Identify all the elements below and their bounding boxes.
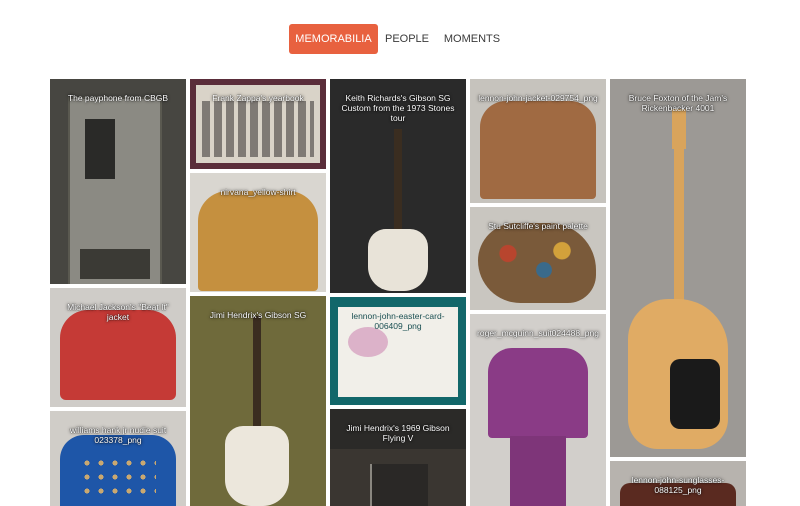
tile-michael-jackson-jacket[interactable]: Michael Jackson's "Beat It" jacket (50, 288, 186, 407)
tile-zappa-yearbook[interactable]: Frank Zappa's yearbook (190, 79, 326, 169)
tile-caption: Stu Sutcliffe's paint palette (488, 221, 588, 231)
tile-caption: lennon-john-easter-card-006409_png (351, 311, 445, 331)
tile-caption: Michael Jackson's "Beat It" jacket (67, 302, 169, 322)
tile-mcguinn-suit[interactable]: roger_mcguinn_suit024488_png (470, 314, 606, 506)
paint-palette-colors (490, 237, 580, 292)
bass-neck (674, 149, 684, 319)
flying-v-guitar-image (370, 464, 428, 506)
nudie-suit-embroidery (80, 456, 156, 496)
leather-jacket-image (480, 101, 596, 199)
tile-caption: lennon-john-sunglasses-088125_png (631, 475, 725, 495)
tile-lennon-jacket[interactable]: lennon-john-jacket-029754_png (470, 79, 606, 203)
red-jacket-image (60, 310, 176, 400)
tile-sutcliffe-palette[interactable]: Stu Sutcliffe's paint palette (470, 207, 606, 310)
bass-headstock (672, 109, 686, 149)
tile-lennon-easter-card[interactable]: lennon-john-easter-card-006409_png (330, 297, 466, 405)
guitar-neck (394, 129, 402, 239)
tile-caption: roger_mcguinn_suit024488_png (477, 328, 599, 338)
tile-hendrix-gibson-sg[interactable]: Jimi Hendrix's Gibson SG (190, 296, 326, 506)
tile-lennon-sunglasses[interactable]: lennon-john-sunglasses-088125_png (610, 461, 746, 506)
bass-pickguard (670, 359, 720, 429)
purple-suit-jacket (488, 348, 588, 438)
tile-caption: nirvana_yellow-shirt (220, 187, 296, 197)
tile-caption: Jimi Hendrix's 1969 Gibson Flying V (346, 423, 450, 443)
tile-caption: lennon-john-jacket-029754_png (478, 93, 598, 103)
tile-hendrix-flying-v[interactable]: Jimi Hendrix's 1969 Gibson Flying V (330, 409, 466, 506)
easter-card-drawing (348, 327, 388, 357)
tile-keith-richards-gibson-sg[interactable]: Keith Richards's Gibson SG Custom from t… (330, 79, 466, 293)
tile-caption: williams hank jr nudie suit 023378_png (69, 425, 167, 445)
tile-nirvana-shirt[interactable]: nirvana_yellow-shirt (190, 173, 326, 292)
tile-caption: The payphone from CBGB (67, 93, 169, 103)
white-sg-guitar-image (225, 426, 289, 506)
tile-foxton-rickenbacker[interactable]: Bruce Foxton of the Jam's Rickenbacker 4… (610, 79, 746, 457)
yellow-shirt-image (198, 191, 318, 291)
guitar-neck (253, 316, 261, 431)
payphone-image-base (80, 249, 150, 279)
memorabilia-grid: The payphone from CBGB Michael Jackson's… (0, 0, 800, 506)
tile-caption: Bruce Foxton of the Jam's Rickenbacker 4… (628, 93, 728, 113)
tile-hank-williams-suit[interactable]: williams hank jr nudie suit 023378_png (50, 411, 186, 506)
white-sg-guitar-image (368, 229, 428, 291)
tile-caption: Keith Richards's Gibson SG Custom from t… (341, 93, 455, 123)
tile-caption: Frank Zappa's yearbook (212, 93, 304, 103)
tile-caption: Jimi Hendrix's Gibson SG (209, 310, 307, 320)
tile-cbgb-payphone[interactable]: The payphone from CBGB (50, 79, 186, 284)
purple-suit-trousers (510, 436, 566, 506)
payphone-image-detail (85, 119, 115, 179)
yearbook-photos (202, 101, 314, 157)
